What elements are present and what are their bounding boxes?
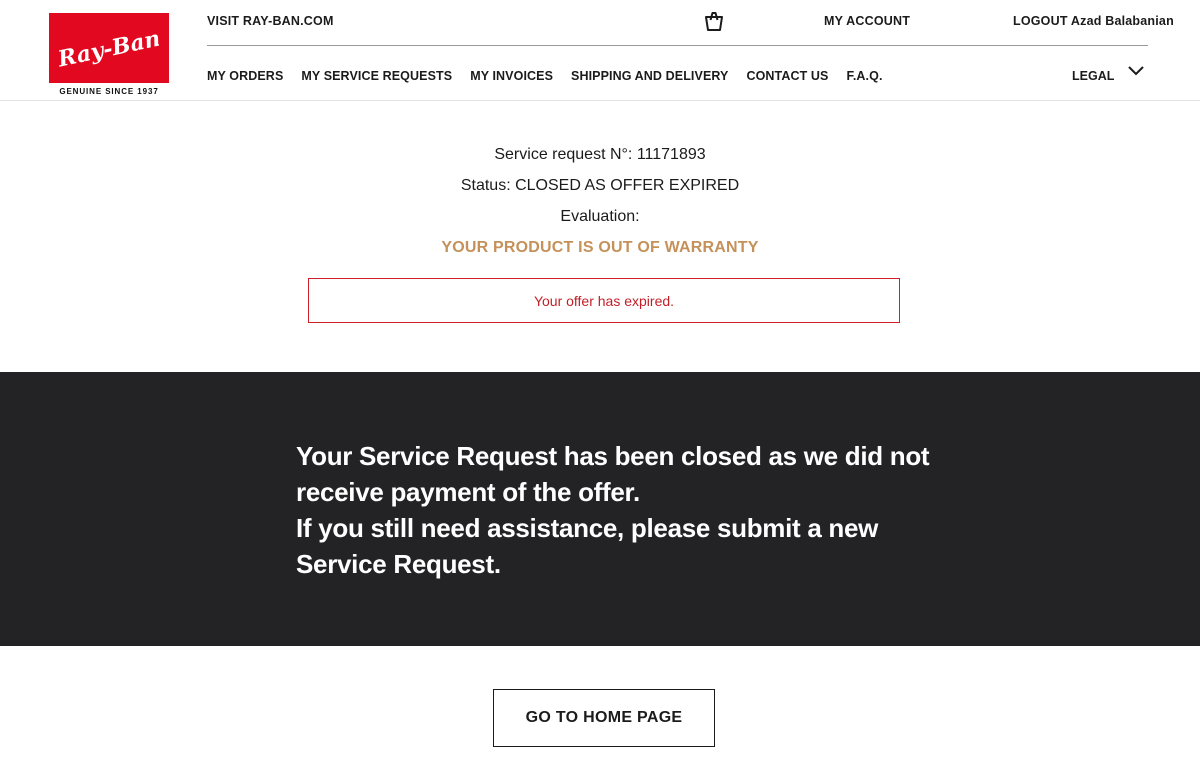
logo-script: Ray-Ban <box>59 25 159 72</box>
closed-notice: Your Service Request has been closed as … <box>296 438 936 582</box>
service-request-summary: Service request N°: 11171893 Status: CLO… <box>0 143 1200 267</box>
user-name: Azad Balabanian <box>1070 14 1174 28</box>
notice-line-1: Your Service Request has been closed as … <box>296 441 930 507</box>
logout-link[interactable]: LOGOUT <box>1013 14 1068 28</box>
logo-tagline: GENUINE SINCE 1937 <box>59 87 159 96</box>
notice-line-2: If you still need assistance, please sub… <box>296 513 879 579</box>
go-to-home-button[interactable]: GO TO HOME PAGE <box>493 689 715 747</box>
nav-faq[interactable]: F.A.Q. <box>847 69 883 83</box>
shopping-bag-icon[interactable] <box>702 9 726 33</box>
status-row: Status: CLOSED AS OFFER EXPIRED <box>0 174 1200 205</box>
logout-area[interactable]: LOGOUT Azad Balabanian <box>1013 14 1174 28</box>
logo-mark: Ray-Ban <box>49 13 169 83</box>
site-header: Ray-Ban GENUINE SINCE 1937 VISIT RAY-BAN… <box>0 0 1200 101</box>
chevron-down-icon[interactable] <box>1127 64 1145 78</box>
request-number: 11171893 <box>636 146 706 163</box>
evaluation-value: YOUR PRODUCT IS OUT OF WARRANTY <box>441 239 759 256</box>
request-number-row: Service request N°: 11171893 <box>0 143 1200 174</box>
nav-my-orders[interactable]: MY ORDERS <box>207 69 283 83</box>
my-account-link[interactable]: MY ACCOUNT <box>824 14 910 28</box>
offer-expired-text: Your offer has expired. <box>533 292 675 309</box>
nav-shipping-delivery[interactable]: SHIPPING AND DELIVERY <box>571 69 728 83</box>
status-value: CLOSED AS OFFER EXPIRED <box>515 177 740 194</box>
status-label: Status: <box>460 177 511 194</box>
request-number-label: Service request N°: <box>494 146 633 163</box>
visit-rayban-link[interactable]: VISIT RAY-BAN.COM <box>207 14 334 28</box>
nav-my-invoices[interactable]: MY INVOICES <box>470 69 553 83</box>
ray-ban-logo[interactable]: Ray-Ban GENUINE SINCE 1937 <box>49 13 169 97</box>
header-divider <box>207 45 1148 46</box>
legal-menu[interactable]: LEGAL <box>1072 69 1114 83</box>
evaluation-label: Evaluation: <box>560 208 640 225</box>
nav-contact-us[interactable]: CONTACT US <box>746 69 828 83</box>
nav-my-service-requests[interactable]: MY SERVICE REQUESTS <box>301 69 452 83</box>
main-nav: MY ORDERS MY SERVICE REQUESTS MY INVOICE… <box>207 69 901 83</box>
offer-expired-alert: Your offer has expired. <box>308 278 900 323</box>
